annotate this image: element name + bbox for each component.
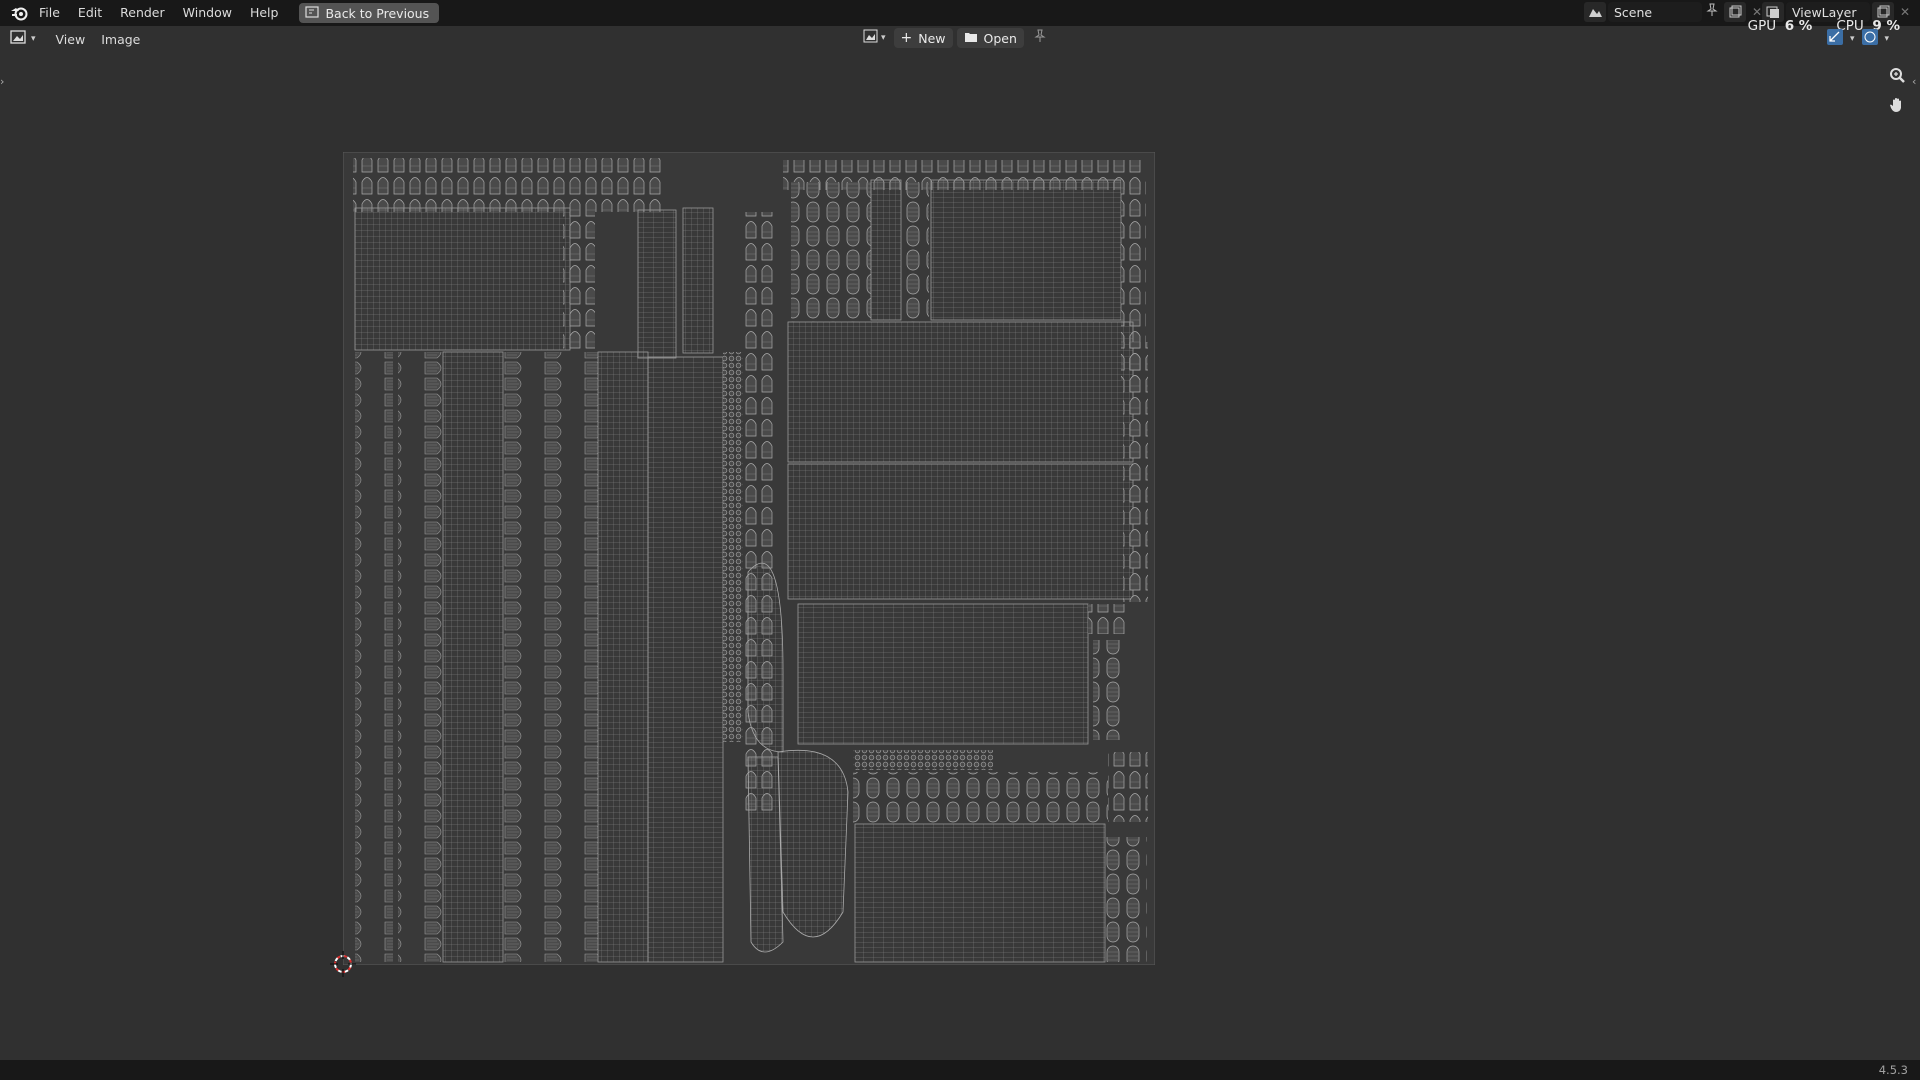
menu-file[interactable]: File xyxy=(30,2,69,24)
menu-help[interactable]: Help xyxy=(241,2,288,24)
uv-island-panel xyxy=(637,209,677,359)
back-to-previous-label: Back to Previous xyxy=(325,5,430,21)
image-browse-icon xyxy=(863,29,879,47)
scene-name-field[interactable]: Scene xyxy=(1608,2,1702,22)
uv-island-bumps xyxy=(1108,752,1148,822)
uv-island-bumps xyxy=(1088,604,1128,634)
uv-island-ovals xyxy=(903,182,929,322)
new-scene-icon[interactable] xyxy=(1724,2,1746,22)
uv-island-panel xyxy=(682,207,714,354)
uv-island-panel xyxy=(354,207,571,351)
hand-pan-icon[interactable] xyxy=(1884,92,1910,118)
blender-logo-icon[interactable] xyxy=(8,2,30,24)
uv-layout-canvas[interactable] xyxy=(343,152,1155,965)
pin-icon[interactable] xyxy=(1034,29,1046,47)
uv-island-ovals xyxy=(1105,837,1147,962)
new-image-label: New xyxy=(918,30,946,46)
back-to-previous-button[interactable]: Back to Previous xyxy=(299,3,440,23)
uv-island-ridges xyxy=(503,352,553,962)
close-scene-icon[interactable]: ✕ xyxy=(1752,5,1762,19)
chevron-down-icon[interactable]: ▾ xyxy=(1850,34,1855,44)
uv-island-ridges xyxy=(398,352,443,962)
browse-image-button[interactable]: ▾ xyxy=(863,29,886,47)
close-view-layer-icon[interactable]: ✕ xyxy=(1900,5,1910,19)
uv-island-panel xyxy=(930,179,1122,321)
plus-icon: + xyxy=(900,30,913,46)
uv-sync-icon[interactable] xyxy=(1826,28,1844,50)
chevron-down-icon[interactable]: ▾ xyxy=(1885,34,1890,44)
uv-island-teardrop xyxy=(777,749,849,938)
uv-island-panel xyxy=(597,351,649,963)
uv-island-curve xyxy=(747,562,784,753)
gizmo-icon[interactable] xyxy=(1861,28,1879,50)
editor-type-selector[interactable]: ▾ xyxy=(10,30,36,48)
toolbar-expand-icon[interactable]: › xyxy=(0,75,8,89)
menu-window[interactable]: Window xyxy=(174,2,241,24)
uv-island-bumps xyxy=(1123,342,1148,602)
folder-icon xyxy=(964,31,978,46)
2d-cursor-icon[interactable] xyxy=(329,950,357,978)
back-icon xyxy=(305,5,320,21)
top-bar: File Edit Render Window Help Back to Pre… xyxy=(0,0,1920,26)
uv-island-strip xyxy=(747,756,784,953)
image-editor-icon xyxy=(10,30,28,48)
uv-island-ovals xyxy=(791,182,871,322)
chevron-down-icon: ▾ xyxy=(31,34,36,44)
uv-island-panel xyxy=(442,351,504,963)
chevron-down-icon: ▾ xyxy=(881,33,886,43)
uv-island-panel xyxy=(854,823,1106,963)
image-tools: ▾ + New Open xyxy=(863,27,1046,49)
uv-island-panel xyxy=(647,356,724,963)
uv-island-bumps xyxy=(353,158,663,212)
uv-island-ridges xyxy=(553,352,598,962)
uv-island-ovals xyxy=(853,772,1108,824)
sidebar-expand-icon[interactable]: ‹ xyxy=(1912,75,1920,89)
uv-island-ridges xyxy=(355,352,393,962)
uv-island-panel xyxy=(870,179,902,321)
uv-island-dots xyxy=(723,352,743,742)
uv-island-panel xyxy=(787,463,1134,600)
open-image-button[interactable]: Open xyxy=(956,28,1024,48)
uv-island-bumps xyxy=(563,212,595,352)
status-bar: 4.5.3 xyxy=(0,1060,1920,1080)
version-label: 4.5.3 xyxy=(1878,1063,1908,1077)
uv-island-panel xyxy=(797,603,1089,745)
new-image-button[interactable]: + New xyxy=(893,28,953,48)
zoom-icon[interactable] xyxy=(1884,62,1910,88)
menu-edit[interactable]: Edit xyxy=(69,2,111,24)
scene-type-icon[interactable] xyxy=(1584,2,1606,22)
uv-island-dots xyxy=(853,750,993,770)
menu-view[interactable]: View xyxy=(48,32,94,47)
menu-render[interactable]: Render xyxy=(111,2,174,24)
menu-image[interactable]: Image xyxy=(93,32,148,47)
open-image-label: Open xyxy=(983,30,1017,46)
pin-icon[interactable] xyxy=(1706,3,1718,21)
uv-island-panel xyxy=(787,321,1134,463)
uv-island-ovals xyxy=(1093,640,1123,740)
scene-name: Scene xyxy=(1614,4,1653,20)
